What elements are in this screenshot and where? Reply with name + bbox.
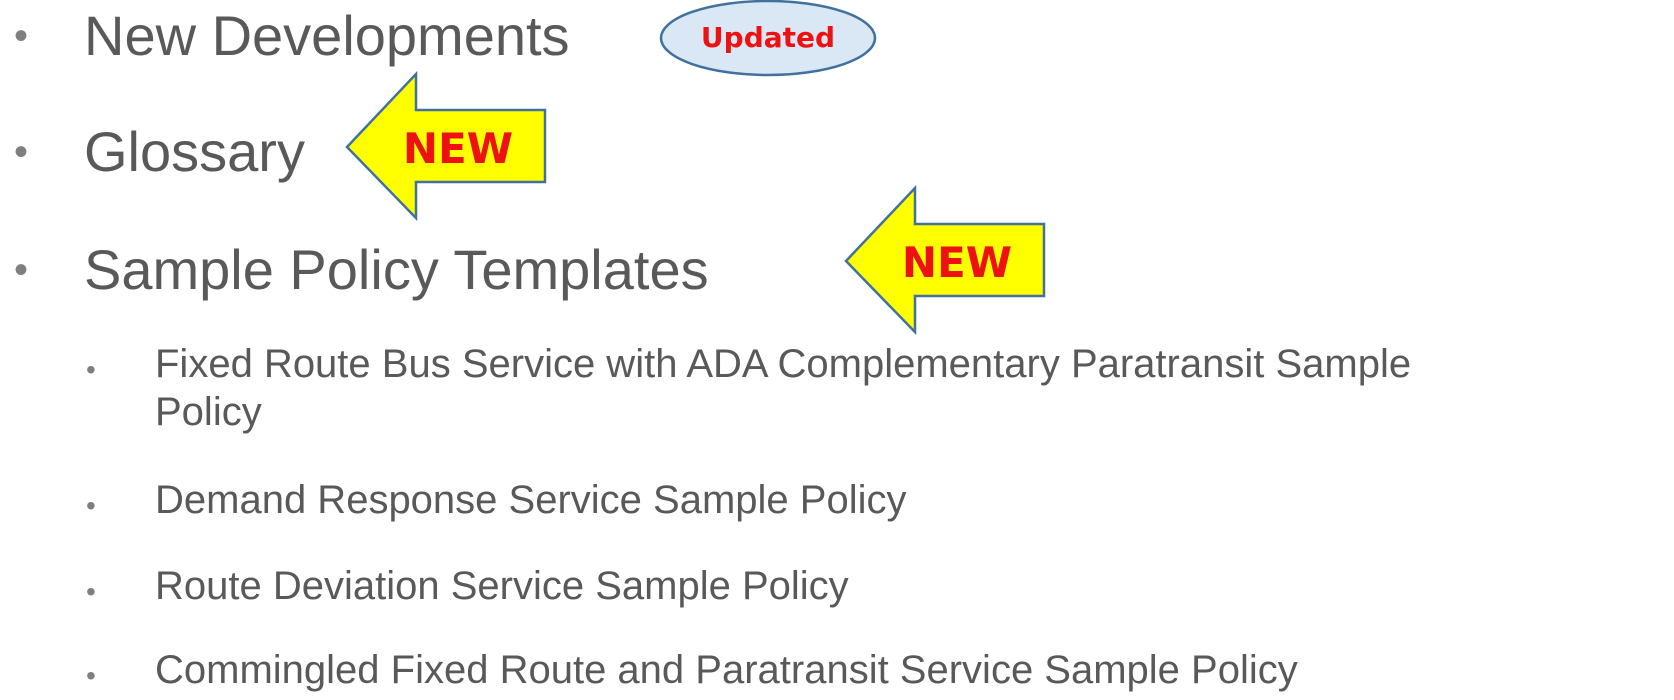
bullet-marker: • bbox=[86, 660, 96, 691]
new-arrow-badge-templates: NEW bbox=[844, 184, 1046, 336]
sub-item-route-deviation: • Route Deviation Service Sample Policy bbox=[0, 562, 1200, 610]
bullet-marker: • bbox=[86, 576, 96, 607]
item-text: Sample Policy Templates bbox=[84, 238, 709, 301]
slide: • New Developments Updated • Glossary NE… bbox=[0, 0, 1674, 696]
bullet-item-glossary: • Glossary bbox=[0, 120, 400, 184]
badge-label: NEW bbox=[902, 238, 1012, 287]
bullet-marker: • bbox=[86, 490, 96, 521]
sub-item-text: Route Deviation Service Sample Policy bbox=[155, 564, 849, 608]
bullet-marker: • bbox=[86, 354, 96, 385]
sub-item-text-line2: Policy bbox=[155, 390, 262, 434]
badge-label: NEW bbox=[403, 124, 513, 173]
sub-item-text: Commingled Fixed Route and Paratransit S… bbox=[155, 648, 1298, 692]
badge-label: Updated bbox=[701, 21, 835, 54]
bullet-marker: • bbox=[14, 14, 29, 58]
updated-badge: Updated bbox=[659, 0, 877, 77]
sub-item-text: Demand Response Service Sample Policy bbox=[155, 478, 907, 522]
sub-item-commingled: • Commingled Fixed Route and Paratransit… bbox=[0, 646, 1600, 694]
sub-item-text-line1: Fixed Route Bus Service with ADA Complem… bbox=[155, 342, 1412, 386]
item-text: New Developments bbox=[84, 4, 570, 67]
bullet-item-sample-policy-templates: • Sample Policy Templates bbox=[0, 238, 820, 302]
bullet-marker: • bbox=[14, 248, 29, 292]
item-text: Glossary bbox=[84, 120, 305, 183]
sub-item-demand-response: • Demand Response Service Sample Policy bbox=[0, 476, 1200, 524]
new-arrow-badge-glossary: NEW bbox=[345, 70, 547, 222]
sub-item-fixed-route: • Fixed Route Bus Service with ADA Compl… bbox=[0, 340, 1674, 436]
bullet-marker: • bbox=[14, 130, 29, 174]
